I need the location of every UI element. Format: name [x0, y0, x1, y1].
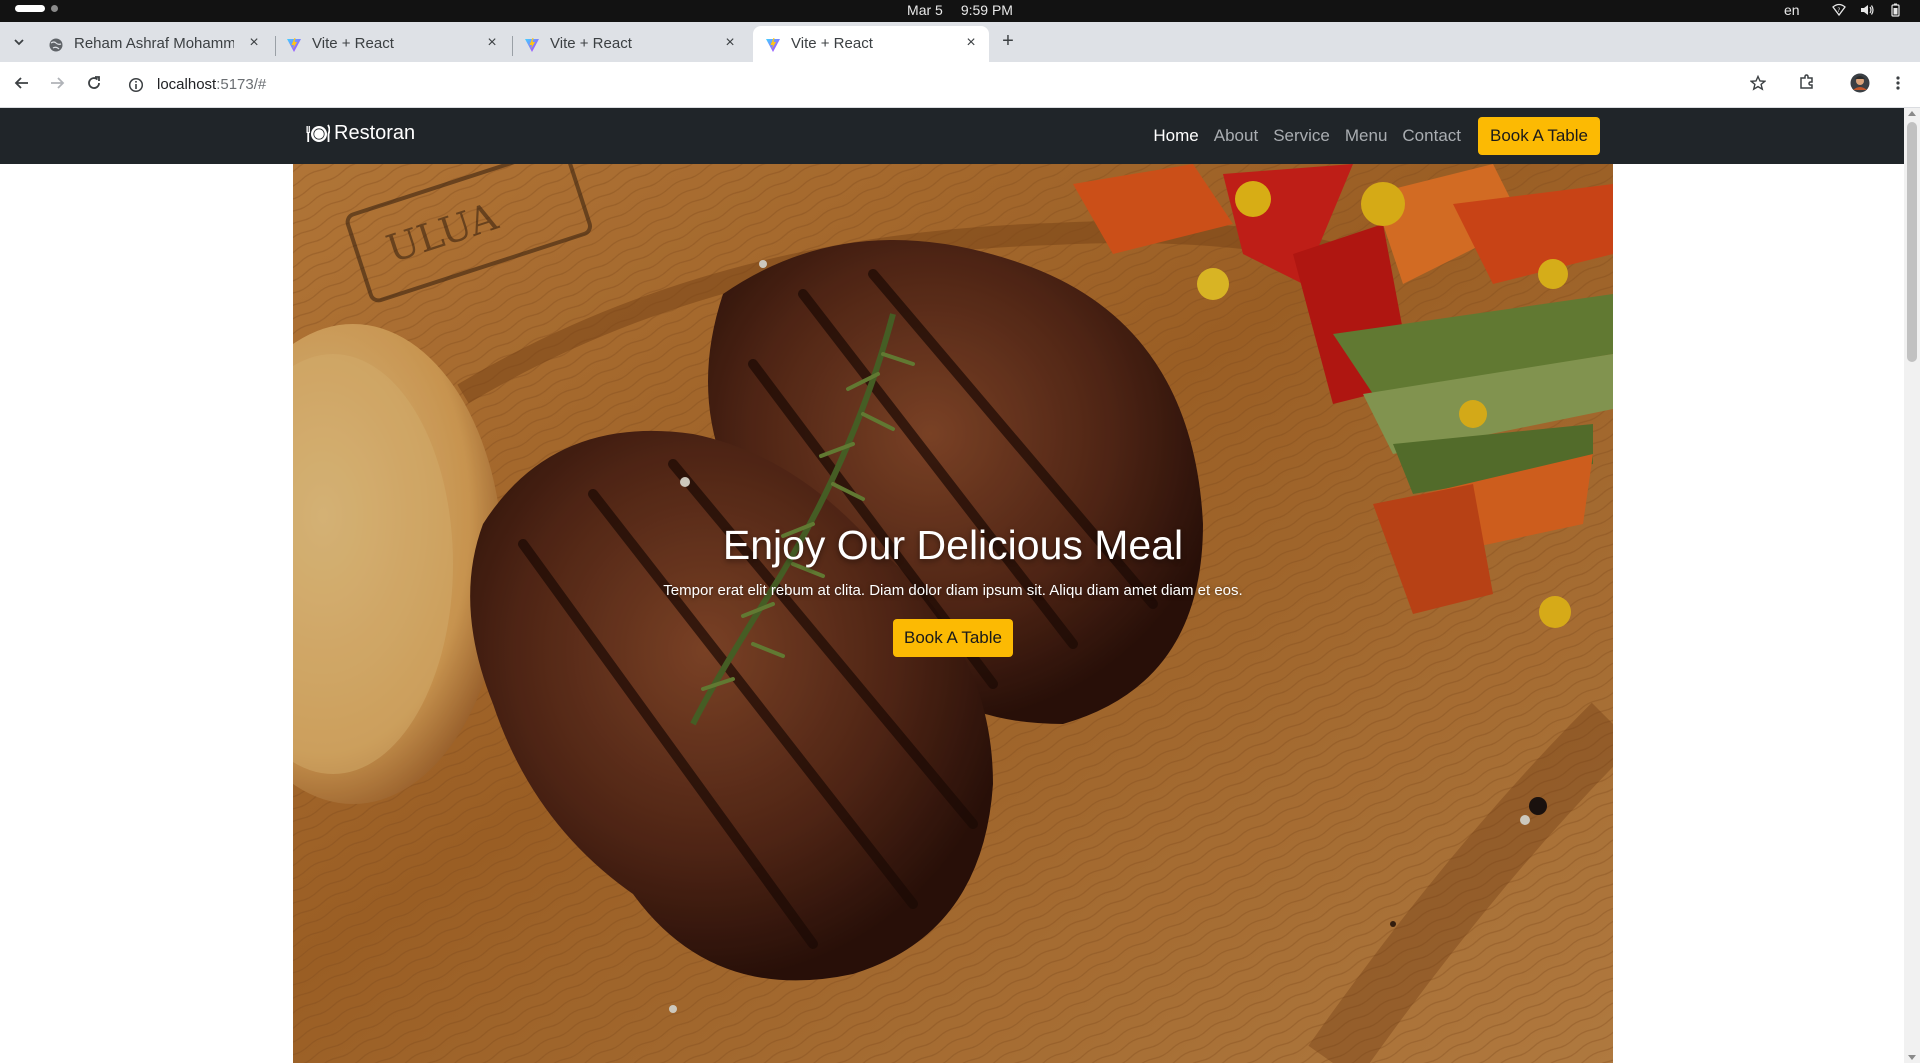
page-viewport: Restoran Home About Service Menu Contact… — [0, 108, 1920, 1063]
url-host: localhost — [157, 76, 217, 93]
globe-icon — [49, 38, 63, 52]
nav-book-table-button[interactable]: Book A Table — [1478, 117, 1600, 155]
tab-title: Vite + React — [312, 35, 394, 52]
avatar-icon — [1850, 73, 1870, 93]
browser-menu-button[interactable] — [1886, 73, 1910, 97]
tab-title: Vite + React — [791, 35, 873, 52]
vite-icon — [287, 38, 301, 52]
scrollbar-thumb[interactable] — [1907, 122, 1917, 362]
star-icon — [1749, 74, 1767, 91]
nav-service[interactable]: Service — [1273, 117, 1330, 155]
puzzle-icon — [1800, 74, 1813, 89]
scroll-down-arrow[interactable] — [1908, 1055, 1916, 1060]
url-path: :5173/# — [216, 76, 267, 93]
network-icon[interactable]: ? — [1832, 3, 1846, 17]
chevron-down-icon — [14, 39, 24, 46]
tab-close-icon[interactable]: × — [484, 35, 500, 51]
os-date: Mar 5 — [907, 2, 943, 18]
browser-toolbar: localhost:5173/# — [0, 62, 1920, 108]
arrow-left-icon — [14, 77, 28, 89]
input-language[interactable]: en — [1784, 2, 1800, 18]
browser-tab-strip: Reham Ashraf Mohamme × Vite + React × Vi… — [0, 22, 1920, 62]
site-info-icon[interactable] — [128, 77, 144, 93]
profile-avatar[interactable] — [1848, 73, 1872, 97]
nav-home[interactable]: Home — [1153, 117, 1198, 155]
os-top-bar: Mar 5 9:59 PM en ? — [0, 0, 1920, 22]
more-vertical-icon — [1896, 76, 1900, 90]
main-nav: Home About Service Menu Contact Book A T… — [1153, 117, 1600, 155]
hero-subtitle: Tempor erat elit rebum at clita. Diam do… — [663, 582, 1243, 599]
reload-icon — [88, 76, 100, 89]
svg-text:?: ? — [1837, 7, 1840, 14]
back-button[interactable] — [10, 73, 34, 97]
tab-title: Reham Ashraf Mohamme — [74, 35, 234, 52]
vite-icon — [766, 38, 780, 52]
bookmark-button[interactable] — [1746, 73, 1770, 97]
hero-title: Enjoy Our Delicious Meal — [722, 522, 1184, 568]
browser-tab-active[interactable]: Vite + React × — [753, 26, 989, 62]
hero-food-image: ULUA — [293, 164, 1613, 1063]
os-time: 9:59 PM — [960, 2, 1013, 18]
arrow-right-icon — [51, 77, 65, 89]
hero-section: ULUA Enjoy Our Delicious Meal Tempor era… — [293, 164, 1613, 1063]
scroll-up-arrow[interactable] — [1908, 111, 1916, 116]
tab-close-icon[interactable]: × — [722, 35, 738, 51]
reload-button[interactable] — [82, 73, 106, 97]
browser-tab[interactable]: Vite + React × — [512, 26, 748, 62]
nav-contact[interactable]: Contact — [1402, 117, 1461, 155]
browser-tab[interactable]: Vite + React × — [274, 26, 510, 62]
page-scrollbar[interactable] — [1904, 108, 1920, 1063]
volume-icon[interactable] — [1860, 3, 1874, 17]
address-bar[interactable]: localhost:5173/# — [157, 76, 266, 93]
site-navbar: Restoran Home About Service Menu Contact… — [0, 108, 1904, 164]
battery-icon[interactable] — [1888, 3, 1902, 17]
os-clock[interactable]: Mar 5 9:59 PM — [0, 2, 1920, 18]
brand-name: Restoran — [334, 122, 416, 144]
nav-about[interactable]: About — [1214, 117, 1258, 155]
new-tab-button[interactable]: + — [996, 30, 1020, 54]
vite-icon — [525, 38, 539, 52]
nav-menu[interactable]: Menu — [1345, 117, 1388, 155]
tab-title: Vite + React — [550, 35, 632, 52]
tab-close-icon[interactable]: × — [246, 35, 262, 51]
tab-search-button[interactable] — [8, 32, 30, 54]
extensions-button[interactable] — [1795, 73, 1819, 97]
utensils-icon — [306, 124, 330, 142]
tab-close-icon[interactable]: × — [963, 35, 979, 51]
forward-button[interactable] — [45, 73, 69, 97]
browser-tab[interactable]: Reham Ashraf Mohamme × — [36, 26, 272, 62]
hero-book-table-button[interactable]: Book A Table — [893, 619, 1013, 657]
site-brand[interactable]: Restoran — [306, 122, 415, 145]
